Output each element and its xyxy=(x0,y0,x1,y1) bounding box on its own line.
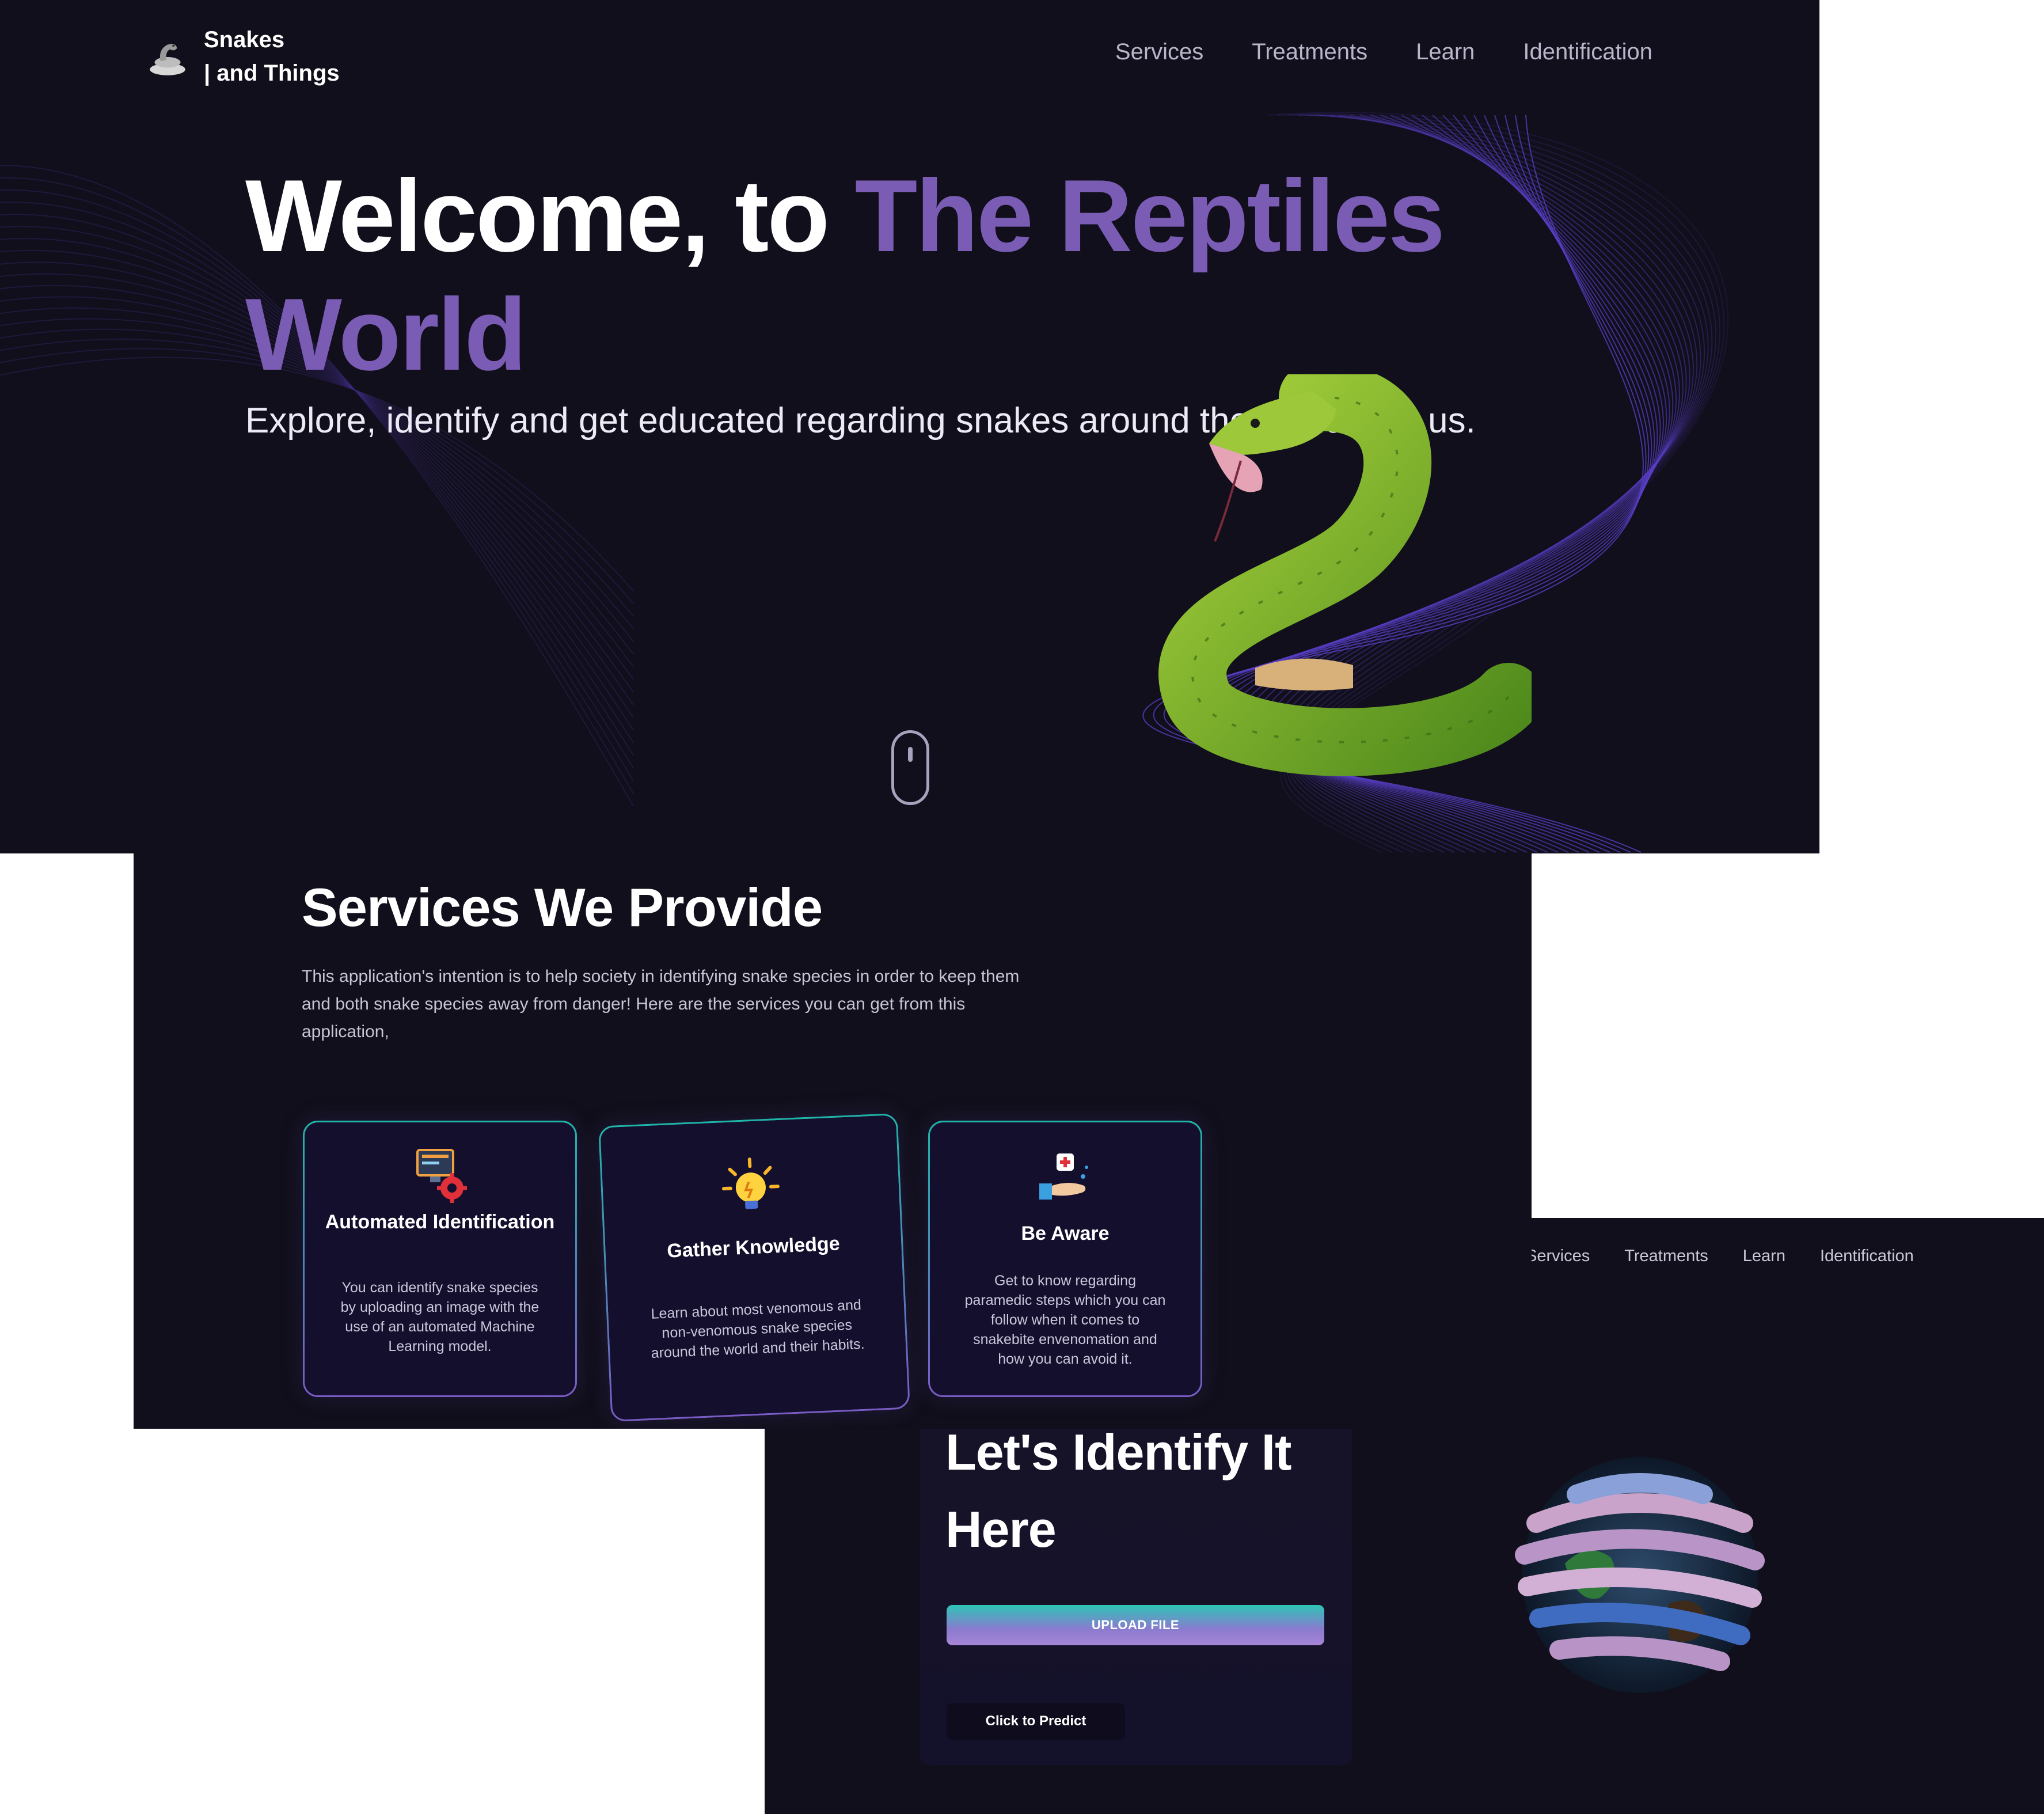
card-text: You can identify snake species by upload… xyxy=(340,1280,540,1354)
card-title: Gather Knowledge xyxy=(666,1232,841,1262)
logo[interactable]: Snakes | and Things xyxy=(144,23,340,90)
card-title: Be Aware xyxy=(1021,1223,1110,1244)
scroll-down-icon[interactable] xyxy=(891,730,929,805)
services-section: Services We Provide This application's i… xyxy=(134,853,1532,1429)
hero-section: Snakes | and Things Services Treatments … xyxy=(0,0,1819,853)
logo-text: Snakes | and Things xyxy=(204,27,340,86)
lightbulb-icon xyxy=(721,1158,780,1209)
card-text: Learn about most venomous and non-venomo… xyxy=(650,1296,865,1361)
nav-identification-link[interactable]: Identification xyxy=(1523,39,1652,65)
identify-title: Let's Identify It Here xyxy=(945,1424,1291,1558)
nav-treatments-link[interactable]: Treatments xyxy=(1624,1247,1708,1266)
nav-learn-link[interactable]: Learn xyxy=(1743,1247,1785,1266)
nav-services-link[interactable]: Services xyxy=(1526,1247,1590,1266)
nav-learn-link[interactable]: Learn xyxy=(1416,39,1475,65)
nav-services-link[interactable]: Services xyxy=(1115,39,1203,65)
top-nav: Services Treatments Learn Identification xyxy=(1115,39,1652,65)
services-title: Services We Provide xyxy=(302,877,823,938)
upload-file-button[interactable]: UPLOAD FILE xyxy=(947,1605,1324,1645)
services-description: This application's intention is to help … xyxy=(302,967,1020,1041)
card-title: Automated Identification xyxy=(325,1211,555,1233)
nav-treatments-link[interactable]: Treatments xyxy=(1252,39,1367,65)
service-card-knowledge[interactable]: Gather Knowledge Learn about most venomo… xyxy=(598,1113,910,1422)
service-card-identification[interactable]: Automated Identification You can identif… xyxy=(303,1121,577,1397)
predict-button[interactable]: Click to Predict xyxy=(947,1703,1125,1740)
service-card-aware[interactable]: Be Aware Get to know regarding paramedic… xyxy=(928,1121,1202,1397)
nav-identification-link[interactable]: Identification xyxy=(1820,1247,1914,1266)
globe-illustration xyxy=(1515,1457,1765,1693)
hero-title: Welcome, to The Reptiles World xyxy=(245,157,1570,394)
automation-icon xyxy=(416,1149,467,1203)
snake-logo-icon xyxy=(150,44,185,75)
first-aid-hand-icon xyxy=(1039,1153,1088,1200)
snake-3d-image xyxy=(1158,374,1532,776)
card-text: Get to know regarding paramedic steps wh… xyxy=(964,1273,1166,1367)
hero-title-white: Welcome, to xyxy=(245,158,855,273)
identify-nav: Services Treatments Learn Identification xyxy=(1526,1247,1914,1266)
